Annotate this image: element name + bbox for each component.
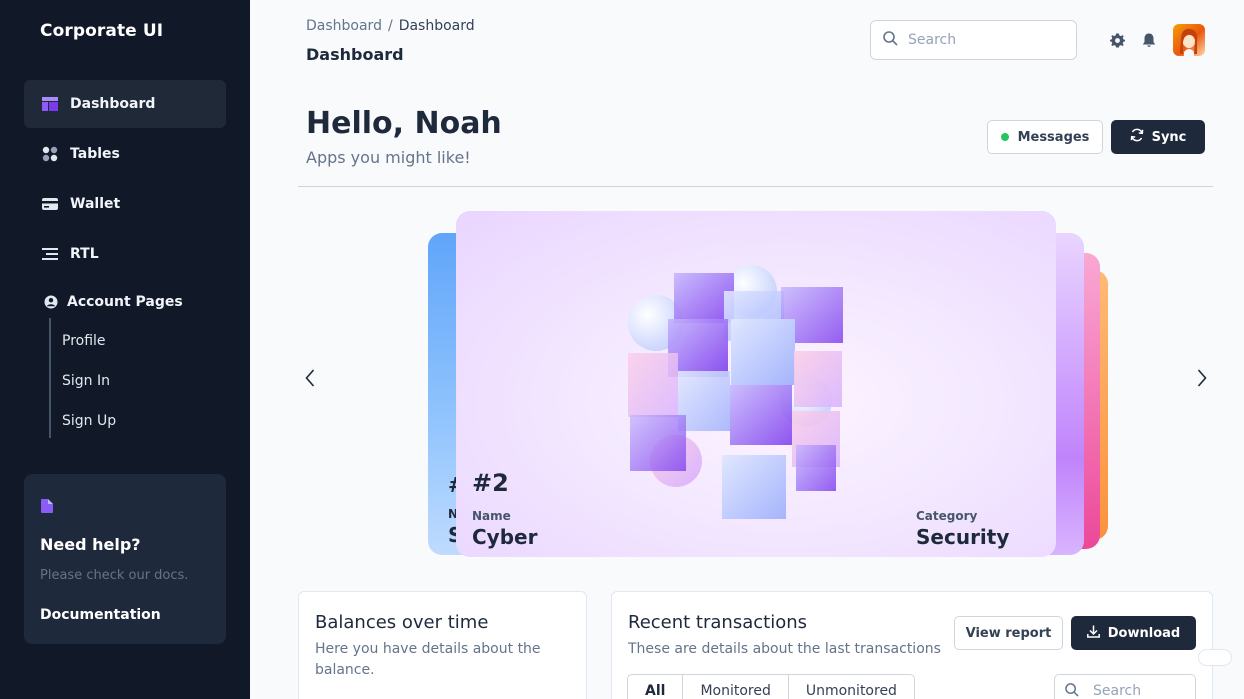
tables-icon [41,145,59,163]
carousel-card-active[interactable]: #2 Name Cyber Category Security [456,211,1056,557]
search-icon [1065,682,1079,699]
tab-monitored[interactable]: Monitored [683,675,789,699]
sidebar-item-wallet[interactable]: Wallet [24,180,226,228]
tab-unmonitored[interactable]: Unmonitored [789,675,914,699]
card-category: Security [916,525,1010,549]
transactions-subtitle: These are details about the last transac… [628,641,941,657]
breadcrumb-separator: / [387,18,393,34]
sync-button[interactable]: Sync [1111,120,1205,154]
sidebar-item-label: Tables [70,146,120,162]
cube-illustration [628,265,843,519]
sync-button-label: Sync [1151,129,1187,145]
submenu-divider [49,318,51,438]
balances-card: Balances over time Here you have details… [298,591,587,699]
transactions-search-input[interactable] [1093,683,1183,699]
sidebar-item-dashboard[interactable]: Dashboard [24,80,226,128]
chevron-left-icon[interactable] [298,366,322,390]
balances-title: Balances over time [315,612,489,633]
card-name: Cyber [472,525,538,549]
sidebar-item-rtl[interactable]: RTL [24,230,226,278]
rtl-icon [41,245,59,263]
search-box[interactable] [870,20,1077,60]
wallet-icon [41,195,59,213]
sidebar-item-label: Dashboard [70,96,156,112]
sidebar: Corporate UI Dashboard Tables Wallet RTL… [0,0,250,699]
scroll-indicator[interactable] [1198,649,1232,666]
greeting-heading: Hello, Noah [306,106,502,141]
tab-all[interactable]: All [628,675,684,699]
transactions-card: Recent transactions These are details ab… [611,591,1213,699]
apps-carousel: # N S [298,200,1213,570]
sync-icon [1130,128,1152,146]
help-card: Need help? Please check our docs. Docume… [24,474,226,644]
status-dot [1000,133,1009,141]
bell-icon[interactable] [1140,31,1158,49]
transactions-title: Recent transactions [628,612,807,633]
sidebar-subitem-sign-in[interactable]: Sign In [62,373,110,389]
user-circle-icon [42,293,60,311]
documentation-link[interactable]: Documentation [40,607,161,623]
section-divider [298,186,1213,187]
greeting-subtitle: Apps you might like! [306,148,471,167]
sidebar-subitem-sign-up[interactable]: Sign Up [62,413,116,429]
messages-button-label: Messages [1017,129,1090,145]
breadcrumb-link[interactable]: Dashboard [306,18,382,34]
card-name-label: Name [472,509,511,523]
card-number: #2 [472,469,509,497]
gear-icon[interactable] [1108,31,1126,49]
document-icon [41,498,53,517]
sidebar-subitem-profile[interactable]: Profile [62,333,106,349]
search-input[interactable] [908,32,1058,48]
page-title: Dashboard [306,45,404,64]
chevron-right-icon[interactable] [1190,366,1214,390]
dashboard-icon [41,95,59,113]
balances-subtitle: Here you have details about the balance. [315,641,541,678]
avatar[interactable] [1173,24,1205,56]
download-icon [1086,625,1108,642]
sidebar-item-tables[interactable]: Tables [24,130,226,178]
sidebar-item-label: Account Pages [67,294,183,310]
transactions-search-box[interactable] [1054,674,1196,699]
download-button-label: Download [1107,625,1181,641]
sidebar-item-account-pages[interactable]: Account Pages [24,278,226,326]
breadcrumb-current: Dashboard [398,18,475,34]
brand-title[interactable]: Corporate UI [40,21,163,41]
breadcrumb: Dashboard / Dashboard [306,18,475,34]
download-button[interactable]: Download [1071,616,1196,650]
view-report-button[interactable]: View report [954,616,1063,650]
help-title: Need help? [40,535,141,554]
search-icon [883,30,898,50]
transactions-tabs: All Monitored Unmonitored [627,674,915,699]
help-subtitle: Please check our docs. [40,568,189,583]
sidebar-item-label: Wallet [70,196,121,212]
sidebar-item-label: RTL [70,246,99,262]
card-category-label: Category [916,509,978,523]
messages-button[interactable]: Messages [987,120,1103,154]
